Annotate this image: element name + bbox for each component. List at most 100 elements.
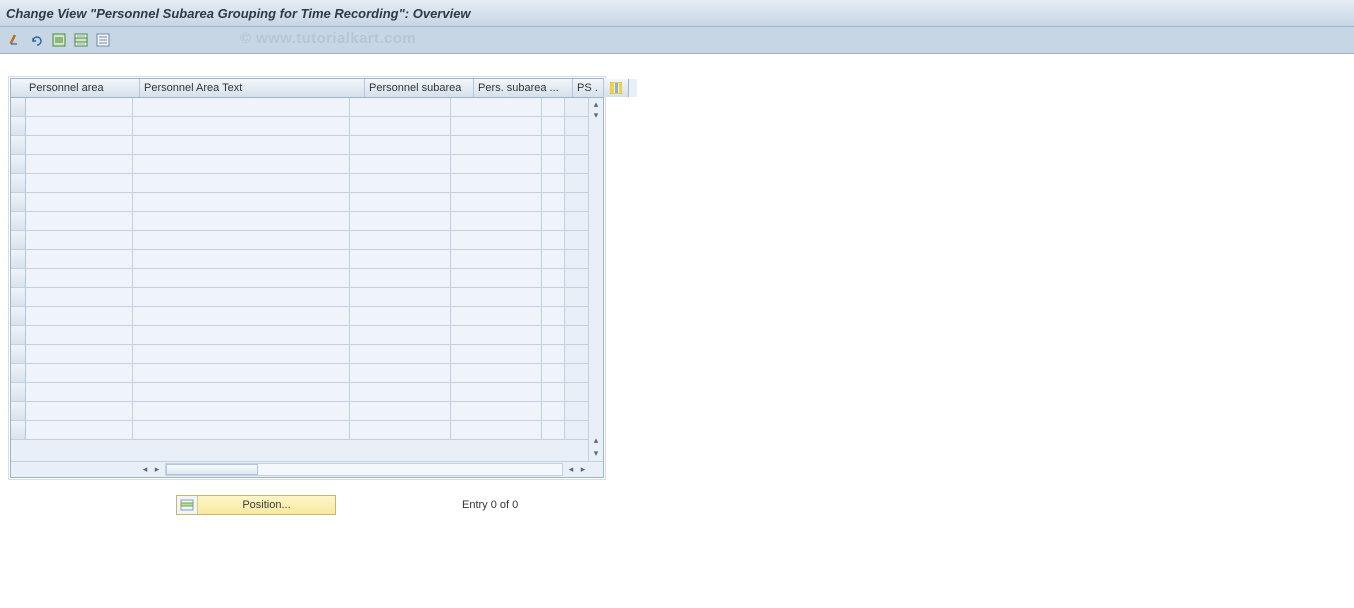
cell-personnel-area[interactable] xyxy=(26,136,133,155)
cell-pers-subarea-text[interactable] xyxy=(451,212,542,231)
cell-personnel-area[interactable] xyxy=(26,307,133,326)
row-selector[interactable] xyxy=(11,307,26,326)
cell-personnel-area-text[interactable] xyxy=(133,212,350,231)
cell-ps-grouping[interactable] xyxy=(542,155,565,174)
cell-personnel-subarea[interactable] xyxy=(350,117,451,136)
cell-personnel-area-text[interactable] xyxy=(133,288,350,307)
cell-personnel-subarea[interactable] xyxy=(350,326,451,345)
row-selector[interactable] xyxy=(11,98,26,117)
row-selector[interactable] xyxy=(11,421,26,440)
cell-personnel-area[interactable] xyxy=(26,345,133,364)
col-header-personnel-subarea[interactable]: Personnel subarea xyxy=(365,79,474,97)
cell-personnel-area[interactable] xyxy=(26,383,133,402)
cell-personnel-area[interactable] xyxy=(26,288,133,307)
cell-personnel-area-text[interactable] xyxy=(133,174,350,193)
cell-pers-subarea-text[interactable] xyxy=(451,402,542,421)
cell-personnel-subarea[interactable] xyxy=(350,250,451,269)
cell-ps-grouping[interactable] xyxy=(542,307,565,326)
cell-personnel-area-text[interactable] xyxy=(133,98,350,117)
select-block-button[interactable] xyxy=(72,31,90,49)
cell-ps-grouping[interactable] xyxy=(542,269,565,288)
table-row[interactable] xyxy=(11,288,603,307)
row-selector[interactable] xyxy=(11,402,26,421)
col-header-personnel-area-text[interactable]: Personnel Area Text xyxy=(140,79,365,97)
table-row[interactable] xyxy=(11,212,603,231)
cell-pers-subarea-text[interactable] xyxy=(451,250,542,269)
scroll-right-end-icon[interactable]: ▸ xyxy=(577,464,589,476)
cell-personnel-subarea[interactable] xyxy=(350,155,451,174)
table-row[interactable] xyxy=(11,136,603,155)
row-selector[interactable] xyxy=(11,212,26,231)
table-row[interactable] xyxy=(11,193,603,212)
table-row[interactable] xyxy=(11,402,603,421)
table-row[interactable] xyxy=(11,326,603,345)
cell-personnel-area[interactable] xyxy=(26,421,133,440)
scroll-right-icon[interactable]: ◂ xyxy=(565,464,577,476)
table-row[interactable] xyxy=(11,231,603,250)
cell-personnel-area-text[interactable] xyxy=(133,231,350,250)
table-row[interactable] xyxy=(11,269,603,288)
col-header-ps-grouping[interactable]: PS . xyxy=(573,79,604,97)
cell-personnel-area[interactable] xyxy=(26,402,133,421)
cell-personnel-area-text[interactable] xyxy=(133,117,350,136)
cell-pers-subarea-text[interactable] xyxy=(451,193,542,212)
table-row[interactable] xyxy=(11,155,603,174)
scroll-up-icon[interactable]: ▾ xyxy=(591,111,601,121)
table-row[interactable] xyxy=(11,383,603,402)
cell-ps-grouping[interactable] xyxy=(542,174,565,193)
cell-personnel-area[interactable] xyxy=(26,326,133,345)
cell-pers-subarea-text[interactable] xyxy=(451,174,542,193)
cell-personnel-subarea[interactable] xyxy=(350,231,451,250)
row-selector[interactable] xyxy=(11,326,26,345)
table-row[interactable] xyxy=(11,98,603,117)
horizontal-scrollbar[interactable]: ◂ ▸ ◂ ▸ xyxy=(11,461,603,477)
cell-personnel-area[interactable] xyxy=(26,193,133,212)
cell-personnel-subarea[interactable] xyxy=(350,269,451,288)
cell-personnel-area-text[interactable] xyxy=(133,307,350,326)
scroll-left-end-icon[interactable]: ◂ xyxy=(139,464,151,476)
cell-personnel-subarea[interactable] xyxy=(350,307,451,326)
select-all-button[interactable] xyxy=(50,31,68,49)
table-row[interactable] xyxy=(11,250,603,269)
table-row[interactable] xyxy=(11,345,603,364)
row-selector[interactable] xyxy=(11,136,26,155)
row-selector[interactable] xyxy=(11,250,26,269)
cell-ps-grouping[interactable] xyxy=(542,326,565,345)
cell-ps-grouping[interactable] xyxy=(542,383,565,402)
cell-personnel-area[interactable] xyxy=(26,269,133,288)
cell-pers-subarea-text[interactable] xyxy=(451,136,542,155)
cell-pers-subarea-text[interactable] xyxy=(451,288,542,307)
cell-personnel-subarea[interactable] xyxy=(350,421,451,440)
scroll-down-icon[interactable]: ▴ xyxy=(591,436,601,446)
cell-pers-subarea-text[interactable] xyxy=(451,98,542,117)
hscroll-thumb[interactable] xyxy=(166,464,258,475)
cell-personnel-subarea[interactable] xyxy=(350,212,451,231)
cell-ps-grouping[interactable] xyxy=(542,193,565,212)
cell-ps-grouping[interactable] xyxy=(542,288,565,307)
row-selector[interactable] xyxy=(11,345,26,364)
cell-personnel-area-text[interactable] xyxy=(133,402,350,421)
cell-ps-grouping[interactable] xyxy=(542,402,565,421)
row-selector[interactable] xyxy=(11,269,26,288)
cell-personnel-area[interactable] xyxy=(26,231,133,250)
table-row[interactable] xyxy=(11,117,603,136)
scroll-up-top-icon[interactable]: ▴ xyxy=(591,100,601,110)
cell-personnel-subarea[interactable] xyxy=(350,174,451,193)
cell-personnel-area[interactable] xyxy=(26,212,133,231)
table-row[interactable] xyxy=(11,307,603,326)
cell-personnel-area[interactable] xyxy=(26,155,133,174)
cell-ps-grouping[interactable] xyxy=(542,250,565,269)
cell-pers-subarea-text[interactable] xyxy=(451,326,542,345)
configure-columns-button[interactable] xyxy=(604,79,629,97)
row-selector[interactable] xyxy=(11,193,26,212)
cell-ps-grouping[interactable] xyxy=(542,98,565,117)
cell-pers-subarea-text[interactable] xyxy=(451,307,542,326)
cell-ps-grouping[interactable] xyxy=(542,212,565,231)
col-header-personnel-area[interactable]: Personnel area xyxy=(25,79,140,97)
cell-personnel-subarea[interactable] xyxy=(350,288,451,307)
cell-pers-subarea-text[interactable] xyxy=(451,155,542,174)
cell-personnel-subarea[interactable] xyxy=(350,364,451,383)
cell-personnel-subarea[interactable] xyxy=(350,402,451,421)
cell-pers-subarea-text[interactable] xyxy=(451,117,542,136)
cell-personnel-area-text[interactable] xyxy=(133,326,350,345)
